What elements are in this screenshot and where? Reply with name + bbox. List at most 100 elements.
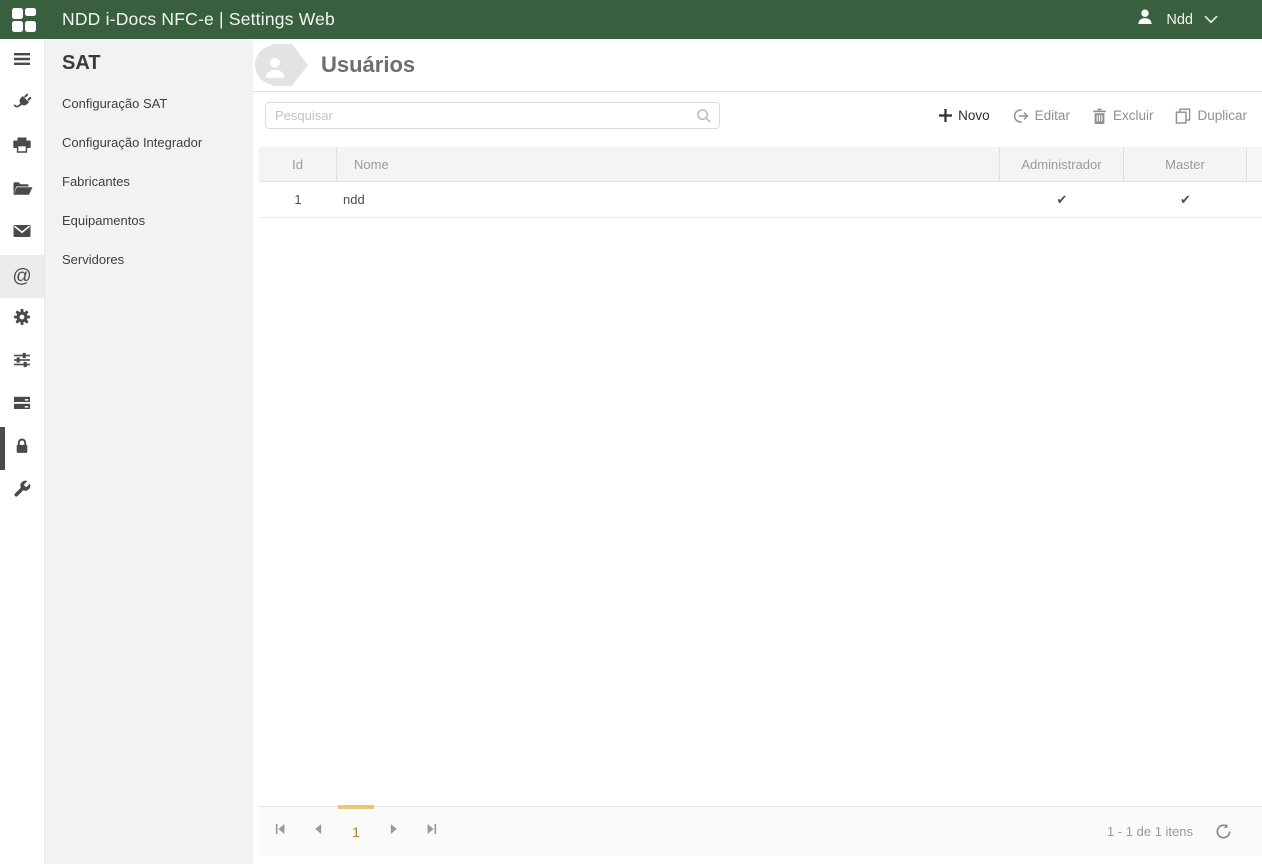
button-label: Excluir xyxy=(1112,108,1154,123)
novo-button[interactable]: Novo xyxy=(939,108,990,123)
grid-empty-area xyxy=(253,218,1262,806)
sidebar-item-servidores[interactable]: Servidores xyxy=(62,240,253,279)
rail-item-at[interactable]: @ xyxy=(0,255,44,298)
sidebar-item-configuracao-sat[interactable]: Configuração SAT xyxy=(62,84,253,123)
check-icon: ✔ xyxy=(1056,191,1068,207)
sidebar-item-label: Fabricantes xyxy=(62,174,130,189)
previous-page-button[interactable] xyxy=(299,817,337,847)
edit-arrow-icon xyxy=(1012,108,1029,124)
pager-status: 1 - 1 de 1 itens xyxy=(1107,824,1193,839)
logo-square xyxy=(12,7,23,19)
rail-item-plug[interactable] xyxy=(0,83,44,126)
sidebar-item-equipamentos[interactable]: Equipamentos xyxy=(62,201,253,240)
first-page-button[interactable] xyxy=(261,817,299,847)
column-header-master[interactable]: Master xyxy=(1124,147,1247,181)
toolbar: Novo Editar xyxy=(253,92,1262,139)
folder-open-icon xyxy=(12,179,33,202)
sidebar-item-fabricantes[interactable]: Fabricantes xyxy=(62,162,253,201)
pagination-bar: 1 1 - 1 de 1 itens xyxy=(259,805,1262,856)
rail-item-security[interactable] xyxy=(0,427,44,470)
bottom-strip xyxy=(253,856,1262,864)
rail-item-printer[interactable] xyxy=(0,126,44,169)
logo-square xyxy=(12,20,23,32)
sidebar-item-label: Configuração Integrador xyxy=(62,135,203,150)
sidebar-item-label: Servidores xyxy=(62,252,125,267)
column-label: Master xyxy=(1165,156,1205,172)
lock-icon xyxy=(12,436,32,461)
table-row[interactable]: 1 ndd ✔ ✔ xyxy=(259,182,1262,218)
printer-icon xyxy=(12,135,32,160)
cell-administrador: ✔ xyxy=(1000,182,1124,217)
main-content: Usuários Novo xyxy=(253,39,1262,864)
user-icon xyxy=(1135,7,1155,32)
sidebar-item-label: Equipamentos xyxy=(62,213,146,228)
gear-icon xyxy=(12,307,32,332)
cell-master: ✔ xyxy=(1124,182,1247,217)
column-header-stub xyxy=(1247,147,1262,181)
users-badge-icon xyxy=(255,45,295,85)
sidebar: SAT Configuração SAT Configuração Integr… xyxy=(45,39,253,864)
column-label: Nome xyxy=(354,156,389,172)
rail-item-mail[interactable] xyxy=(0,212,44,255)
server-icon xyxy=(12,393,32,418)
editar-button[interactable]: Editar xyxy=(1012,108,1070,124)
app-title: NDD i-Docs NFC-e | Settings Web xyxy=(62,9,335,29)
search-icon[interactable] xyxy=(696,108,712,129)
excluir-button[interactable]: Excluir xyxy=(1092,108,1154,124)
seek-first-icon xyxy=(273,822,287,841)
sidebar-item-label: Configuração SAT xyxy=(62,96,168,111)
mail-icon xyxy=(12,221,32,246)
at-sign-icon: @ xyxy=(12,265,32,287)
button-label: Editar xyxy=(1034,108,1070,123)
next-page-button[interactable] xyxy=(375,817,413,847)
rail-item-tools[interactable] xyxy=(0,470,44,513)
column-header-id[interactable]: Id xyxy=(259,147,337,181)
column-header-administrador[interactable]: Administrador xyxy=(1000,147,1124,181)
plug-icon xyxy=(12,92,33,118)
app-logo-icon[interactable] xyxy=(12,7,36,32)
cell-nome: ndd xyxy=(343,192,365,207)
rail-item-servers[interactable] xyxy=(0,384,44,427)
rail-item-menu[interactable] xyxy=(0,40,44,83)
icon-rail: @ xyxy=(0,39,45,864)
user-menu[interactable]: Ndd xyxy=(1135,7,1218,32)
current-page-indicator xyxy=(338,805,374,809)
duplicate-icon xyxy=(1175,108,1191,124)
rail-item-folder[interactable] xyxy=(0,169,44,212)
page-title: Usuários xyxy=(321,52,416,77)
rail-item-parameters[interactable] xyxy=(0,341,44,384)
logo-square xyxy=(25,20,36,32)
button-label: Novo xyxy=(958,108,990,123)
column-label: Id xyxy=(292,156,303,172)
rail-item-settings[interactable] xyxy=(0,298,44,341)
page-badge xyxy=(255,41,309,89)
button-label: Duplicar xyxy=(1197,108,1247,123)
search-box xyxy=(265,102,720,129)
topbar: NDD i-Docs NFC-e | Settings Web Ndd xyxy=(0,0,1262,39)
check-icon: ✔ xyxy=(1180,191,1191,207)
previous-icon xyxy=(311,822,325,841)
seek-last-icon xyxy=(425,822,439,841)
last-page-button[interactable] xyxy=(413,817,451,847)
column-header-nome[interactable]: Nome xyxy=(337,147,1000,181)
users-grid: Id Nome Administrador Master 1 ndd ✔ ✔ xyxy=(259,147,1262,218)
cell-id: 1 xyxy=(294,192,302,207)
sidebar-item-configuracao-integrador[interactable]: Configuração Integrador xyxy=(62,123,253,162)
menu-icon xyxy=(12,49,32,74)
column-label: Administrador xyxy=(1021,156,1102,172)
plus-icon xyxy=(939,109,953,122)
page-number[interactable]: 1 xyxy=(337,817,375,847)
grid-header: Id Nome Administrador Master xyxy=(259,147,1262,182)
logo-square xyxy=(25,7,36,16)
next-icon xyxy=(387,822,401,841)
sidebar-heading: SAT xyxy=(62,52,101,74)
user-name: Ndd xyxy=(1166,11,1193,28)
trash-icon xyxy=(1092,108,1107,124)
sliders-icon xyxy=(12,350,32,375)
toolbar-buttons: Novo Editar Excluir Duplicar xyxy=(939,108,1247,124)
refresh-icon[interactable] xyxy=(1215,823,1232,840)
chevron-down-icon xyxy=(1204,11,1218,29)
search-input[interactable] xyxy=(265,102,720,129)
duplicar-button[interactable]: Duplicar xyxy=(1175,108,1247,124)
page-header: Usuários xyxy=(253,39,1262,92)
